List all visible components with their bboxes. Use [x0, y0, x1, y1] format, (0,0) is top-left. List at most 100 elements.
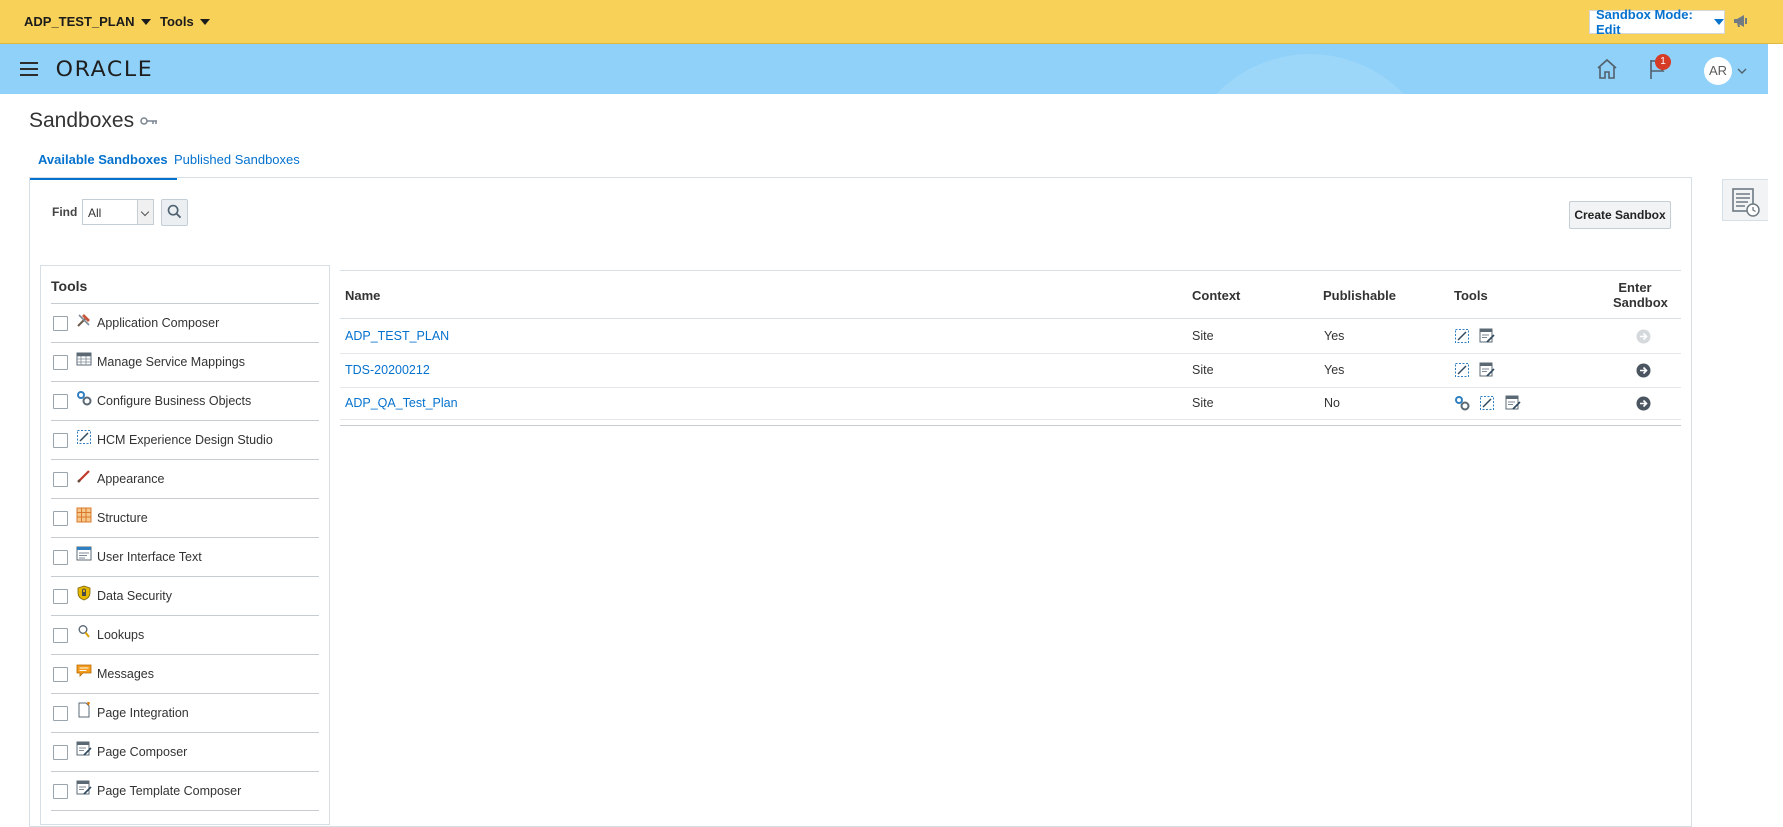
caret-down-icon — [140, 18, 151, 25]
tool-filter-item: Page Composer — [51, 733, 319, 772]
tools-panel-heading: Tools — [51, 278, 88, 294]
tool-label: Configure Business Objects — [97, 394, 252, 408]
side-panel-tab[interactable] — [1722, 179, 1768, 221]
user-avatar[interactable]: AR — [1704, 57, 1732, 85]
tool-filter-item: Data Security — [51, 577, 319, 616]
page-composer-icon[interactable] — [1479, 328, 1495, 344]
column-header-enter-line1: Enter — [1618, 280, 1652, 295]
tool-filter-item: Application Composer — [51, 304, 319, 343]
tool-checkbox[interactable] — [53, 784, 68, 799]
business-objects-icon — [77, 391, 92, 406]
tool-checkbox[interactable] — [53, 589, 68, 604]
tool-label: Data Security — [97, 589, 173, 603]
tool-checkbox[interactable] — [53, 667, 68, 682]
row-divider — [340, 419, 1681, 420]
tool-filter-item: Page Integration — [51, 694, 319, 733]
page-composer-icon — [76, 741, 92, 756]
tool-label: Structure — [97, 511, 148, 525]
page-composer-icon[interactable] — [1505, 395, 1521, 411]
tools-menu-label: Tools — [160, 14, 194, 29]
tool-checkbox[interactable] — [53, 394, 68, 409]
app-composer-icon — [77, 314, 90, 327]
tools-menu[interactable]: Tools — [160, 14, 210, 29]
oracle-logo: ORACLE — [55, 57, 154, 81]
tool-checkbox[interactable] — [53, 628, 68, 643]
page-template-composer-icon — [76, 780, 92, 795]
tool-label: Appearance — [97, 472, 165, 486]
page-composer-icon[interactable] — [1479, 362, 1495, 378]
tool-label: Lookups — [97, 628, 145, 642]
create-sandbox-button[interactable]: Create Sandbox — [1569, 201, 1671, 229]
column-header-enter-line2: Sandbox — [1613, 295, 1668, 310]
tool-filter-item: Messages — [51, 655, 319, 694]
sandbox-menu[interactable]: ADP_TEST_PLAN — [24, 14, 151, 29]
enter-sandbox-arrow-icon[interactable] — [1636, 363, 1651, 378]
tab-available-sandboxes[interactable]: Available Sandboxes — [29, 152, 177, 180]
tool-filter-item: Manage Service Mappings — [51, 343, 319, 382]
sandbox-context: Site — [1192, 396, 1214, 410]
dropdown-arrow-icon[interactable] — [137, 200, 153, 224]
tool-label: Application Composer — [97, 316, 220, 330]
column-header-name[interactable]: Name — [345, 288, 380, 303]
find-select-value: All — [88, 206, 102, 220]
column-header-enter-sandbox[interactable]: Enter Sandbox — [1613, 280, 1668, 310]
enter-sandbox-arrow-icon[interactable] — [1636, 329, 1651, 344]
tab-published-sandboxes[interactable]: Published Sandboxes — [174, 152, 300, 167]
tool-checkbox[interactable] — [53, 472, 68, 487]
tool-label: Page Integration — [97, 706, 189, 720]
tool-checkbox[interactable] — [53, 355, 68, 370]
find-select[interactable]: All — [82, 199, 154, 225]
tool-label: Page Template Composer — [97, 784, 242, 798]
tool-filter-item: Lookups — [51, 616, 319, 655]
sandbox-name-link[interactable]: TDS-20200212 — [345, 363, 430, 377]
table-top-border — [340, 270, 1681, 271]
megaphone-icon[interactable] — [1732, 13, 1750, 29]
sandbox-name-link[interactable]: ADP_QA_Test_Plan — [345, 396, 458, 410]
sandbox-publishable: Yes — [1324, 363, 1345, 377]
speech-bubble-icon — [76, 664, 92, 677]
sandbox-context: Site — [1192, 329, 1214, 343]
ui-text-icon — [76, 546, 92, 561]
caret-down-icon — [1714, 19, 1724, 25]
design-studio-icon[interactable] — [1454, 328, 1470, 344]
design-studio-icon[interactable] — [1454, 362, 1470, 378]
sandbox-publishable: No — [1324, 396, 1340, 410]
magnifier-icon — [78, 625, 90, 638]
sandbox-publishable: Yes — [1324, 329, 1345, 343]
tool-label: Page Composer — [97, 745, 188, 759]
tool-checkbox[interactable] — [53, 511, 68, 526]
chevron-down-icon[interactable] — [1737, 66, 1747, 76]
row-divider — [340, 387, 1681, 388]
page-title: Sandboxes — [29, 109, 135, 132]
home-icon[interactable] — [1594, 56, 1620, 82]
tool-label: Messages — [97, 667, 154, 681]
column-header-tools[interactable]: Tools — [1454, 288, 1488, 303]
sandbox-menu-label: ADP_TEST_PLAN — [24, 14, 135, 29]
tool-checkbox[interactable] — [53, 550, 68, 565]
page-integration-icon — [78, 702, 90, 718]
business-objects-icon[interactable] — [1454, 395, 1470, 411]
tool-filter-item: Appearance — [51, 460, 319, 499]
find-label: Find — [52, 205, 78, 219]
sandbox-bar: ADP_TEST_PLAN Tools Sandbox Mode: Edit — [0, 0, 1783, 44]
table-header-divider — [340, 318, 1681, 319]
search-button[interactable] — [161, 199, 188, 226]
brush-icon — [77, 470, 90, 483]
hamburger-menu-icon[interactable] — [20, 62, 38, 76]
tool-checkbox[interactable] — [53, 745, 68, 760]
recent-items-icon — [1732, 188, 1760, 217]
tool-checkbox[interactable] — [53, 316, 68, 331]
tool-checkbox[interactable] — [53, 706, 68, 721]
notification-badge: 1 — [1655, 54, 1671, 70]
enter-sandbox-arrow-icon[interactable] — [1636, 396, 1651, 411]
sandbox-name-link[interactable]: ADP_TEST_PLAN — [345, 329, 449, 343]
tool-checkbox[interactable] — [53, 433, 68, 448]
column-header-context[interactable]: Context — [1192, 288, 1240, 303]
row-divider — [340, 353, 1681, 354]
sandbox-mode-dropdown[interactable]: Sandbox Mode: Edit — [1589, 7, 1725, 37]
tool-filter-item: Configure Business Objects — [51, 382, 319, 421]
key-icon[interactable] — [140, 116, 158, 126]
design-studio-icon[interactable] — [1479, 395, 1495, 411]
tool-label: HCM Experience Design Studio — [97, 433, 273, 447]
column-header-publishable[interactable]: Publishable — [1323, 288, 1396, 303]
